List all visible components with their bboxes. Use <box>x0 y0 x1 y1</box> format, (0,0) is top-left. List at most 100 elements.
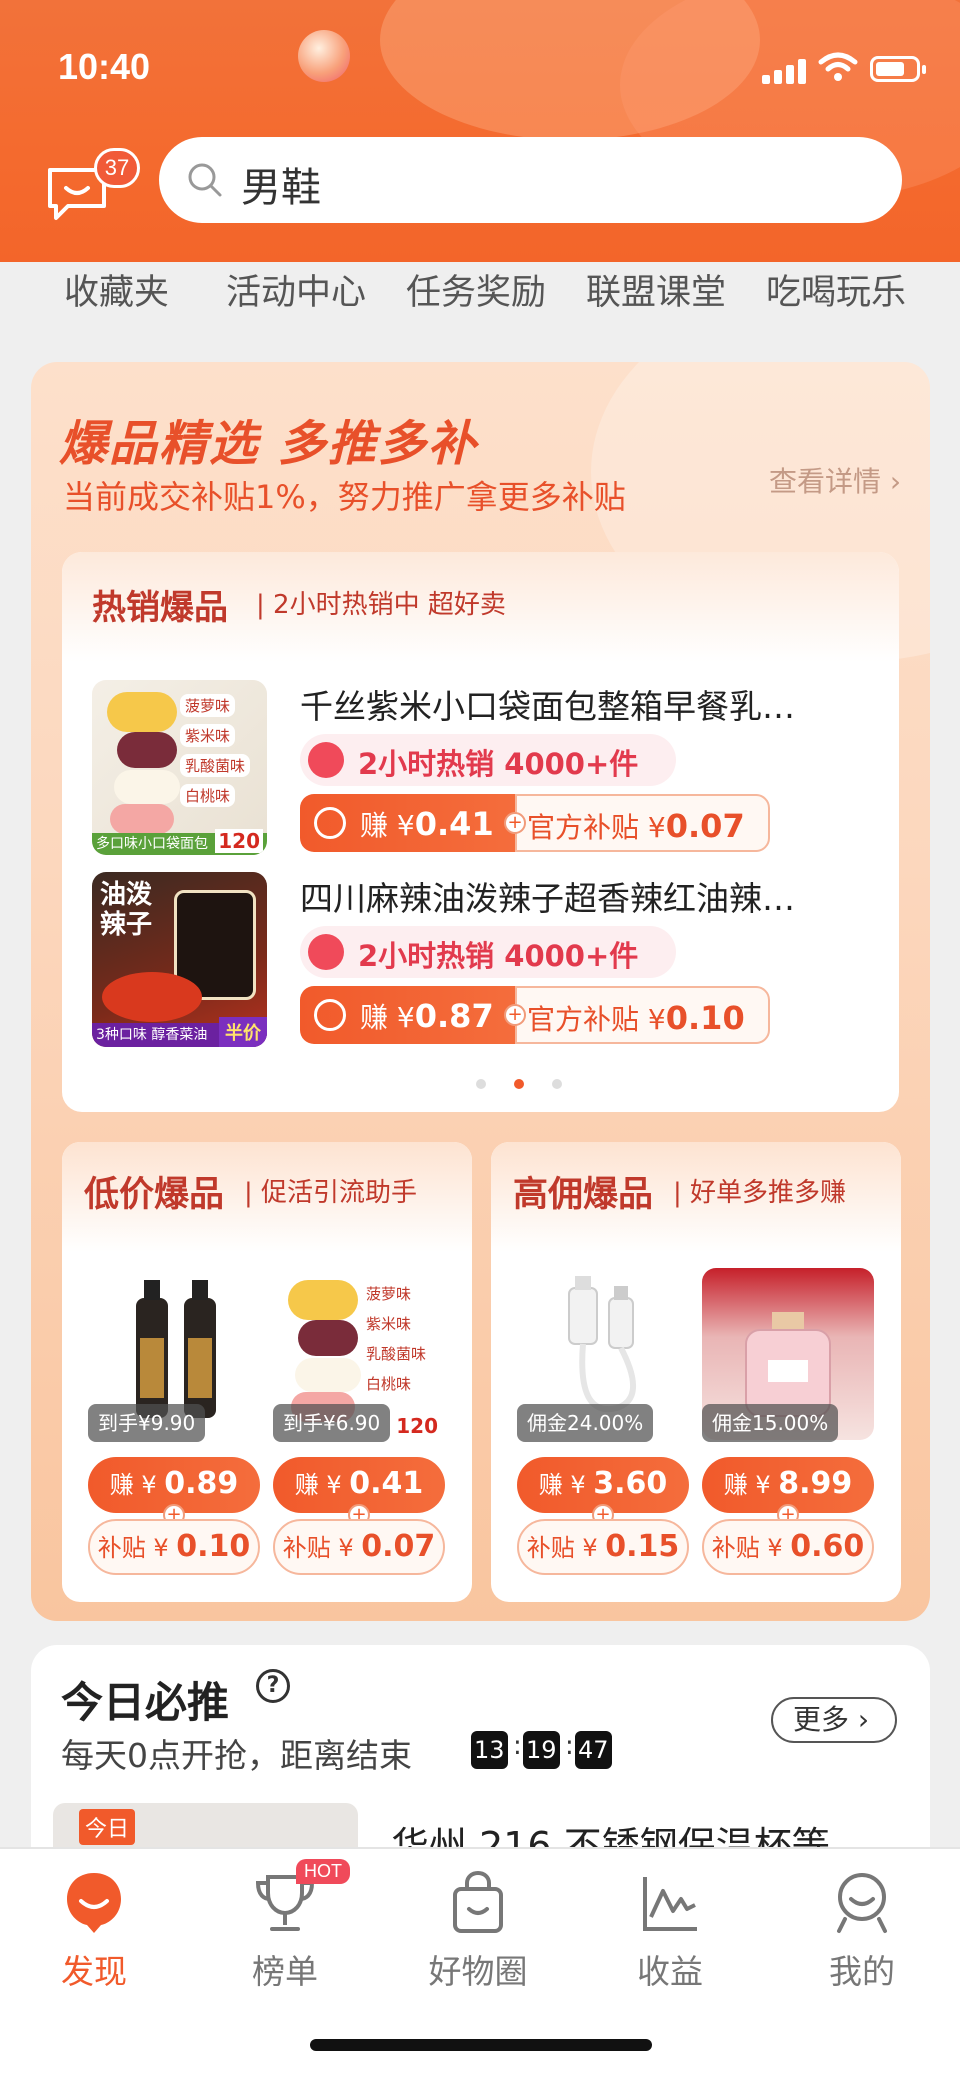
earn-value: 0.89 <box>164 1466 239 1501</box>
flavor-label: 紫米味 <box>361 1312 417 1335</box>
tab-activity-center[interactable]: 活动中心 <box>226 264 366 315</box>
hot-selling-title: 热销爆品 <box>92 588 228 628</box>
nav-profile[interactable]: 我的 <box>797 1869 927 1993</box>
today-title: 今日必推 <box>61 1678 230 1727</box>
product-title[interactable]: 四川麻辣油泼辣子超香辣红油辣… <box>300 872 870 920</box>
hot-sales-pill: 2小时热销 4000+件 <box>300 734 676 786</box>
subsidy-value: 0.15 <box>605 1529 680 1564</box>
bread-pineapple <box>288 1280 358 1320</box>
high-commission-subtitle: | 好单多推多赚 <box>673 1178 847 1208</box>
tab-food-fun[interactable]: 吃喝玩乐 <box>766 264 906 315</box>
carousel-dot[interactable] <box>552 1079 562 1089</box>
tab-favorites[interactable]: 收藏夹 <box>64 264 169 315</box>
subsidy-label: 补贴 <box>282 1534 331 1562</box>
more-button[interactable]: 更多 › <box>771 1697 897 1743</box>
header-orb <box>298 30 350 82</box>
hot-selling-subtitle: | 2小时热销中 超好卖 <box>256 590 506 620</box>
nav-label: 好物圈 <box>428 1952 528 1991</box>
promo-title: 爆品精选 多推多补 <box>59 416 478 472</box>
countdown-seconds: 47 <box>575 1731 612 1769</box>
promo-subtitle: 当前成交补贴1%，努力推广拿更多补贴 <box>63 478 626 516</box>
carousel-dot-active[interactable] <box>514 1079 524 1089</box>
subsidy-button: 补贴 ¥ 0.15 <box>517 1519 689 1575</box>
hot-sales-text: 2小时热销 4000+件 <box>358 747 639 781</box>
earn-label: 赚 <box>723 1471 748 1499</box>
image-headline: 油泼辣子 <box>100 880 153 940</box>
image-half-price: 半价 <box>219 1017 267 1047</box>
plus-icon: + <box>504 1004 526 1026</box>
earn-value: 8.99 <box>778 1466 853 1501</box>
hot-selling-subtitle-text: 2小时热销中 超好卖 <box>273 590 506 620</box>
promo-card: 爆品精选 多推多补 当前成交补贴1%，努力推广拿更多补贴 查看详情 › 热销爆品… <box>31 362 930 1621</box>
today-tag: 今日 <box>79 1809 136 1845</box>
currency-symbol: ¥ <box>647 1003 666 1036</box>
product-image[interactable]: 菠萝味 紫米味 乳酸菌味 白桃味 多口味小口袋面包 120 <box>92 680 267 855</box>
nav-label: 发现 <box>61 1952 127 1991</box>
carousel-dot[interactable] <box>476 1079 486 1089</box>
nav-discover[interactable]: 发现 <box>29 1869 159 1993</box>
earn-label: 赚 <box>538 1471 563 1499</box>
search-input[interactable]: 男鞋 <box>159 137 902 223</box>
promo-detail-label: 查看详情 <box>769 465 882 498</box>
more-label: 更多 <box>793 1703 850 1736</box>
profile-icon <box>837 1873 887 1933</box>
bread-pineapple <box>107 692 177 732</box>
tab-league-class[interactable]: 联盟课堂 <box>586 264 726 315</box>
product-title[interactable]: 千丝紫米小口袋面包整箱早餐乳… <box>300 680 870 728</box>
low-price-card: 低价爆品 | 促活引流助手 到手¥9.90 赚 ¥ 0.89 + 补贴 ¥ 0.… <box>62 1142 472 1602</box>
commission-tag: 佣金15.00% <box>702 1404 839 1442</box>
earn-value: 0.41 <box>414 805 494 843</box>
nav-earnings[interactable]: 收益 <box>605 1869 735 1993</box>
subsidy-button: 补贴 ¥ 0.07 <box>273 1519 445 1575</box>
currency-symbol: ¥ <box>570 1471 586 1499</box>
subsidy-button: 补贴 ¥ 0.10 <box>88 1519 260 1575</box>
hot-badge: HOT <box>296 1859 350 1884</box>
nav-label: 收益 <box>637 1952 703 1991</box>
bread-peach <box>110 804 174 834</box>
search-icon <box>188 163 222 197</box>
countdown-colon: : <box>565 1731 574 1761</box>
currency-symbol: ¥ <box>647 811 666 844</box>
help-icon[interactable]: ? <box>256 1669 290 1703</box>
subsidy-label: 官方补贴 <box>527 1003 640 1036</box>
message-badge: 37 <box>94 148 140 188</box>
product-image[interactable]: 油泼辣子 3种口味 醇香菜油 半价 <box>92 872 267 1047</box>
subsidy-value: 0.07 <box>361 1529 436 1564</box>
plus-icon: + <box>504 812 526 834</box>
tab-task-rewards[interactable]: 任务奖励 <box>406 264 546 315</box>
carousel-dots <box>462 1074 576 1093</box>
flavor-label: 菠萝味 <box>361 1282 417 1305</box>
flavor-label: 紫米味 <box>180 724 236 747</box>
flavor-label: 乳酸菌味 <box>180 754 251 777</box>
hot-sales-pill: 2小时热销 4000+件 <box>300 926 676 978</box>
discover-icon <box>67 1873 121 1933</box>
flavor-label: 白桃味 <box>180 784 236 807</box>
refresh-icon <box>314 999 346 1031</box>
subsidy-button: 补贴 ¥ 0.60 <box>702 1519 874 1575</box>
currency-symbol: ¥ <box>396 1001 415 1034</box>
earn-button[interactable]: 赚 ¥0.87 <box>300 986 515 1044</box>
currency-symbol: ¥ <box>582 1534 598 1562</box>
subsidy-label: 官方补贴 <box>527 811 640 844</box>
subsidy-value: 0.60 <box>790 1529 865 1564</box>
low-price-subtitle-text: 促活引流助手 <box>261 1178 418 1208</box>
price-tag: 到手¥6.90 <box>273 1404 391 1442</box>
earn-button[interactable]: 赚 ¥0.41 <box>300 794 515 852</box>
nav-label: 榜单 <box>252 1952 318 1991</box>
bread-purple-rice <box>298 1320 358 1356</box>
flavor-label: 乳酸菌味 <box>361 1342 432 1365</box>
currency-symbol: ¥ <box>396 809 415 842</box>
currency-symbol: ¥ <box>755 1471 771 1499</box>
nav-goods-circle[interactable]: 好物圈 <box>413 1869 543 1993</box>
countdown-hours: 13 <box>471 1731 508 1769</box>
price-tag: 到手¥9.90 <box>88 1404 206 1442</box>
today-subtitle: 每天0点开抢，距离结束 <box>61 1736 412 1775</box>
bread-purple-rice <box>117 732 177 768</box>
flavor-label: 白桃味 <box>361 1372 417 1395</box>
nav-ranking[interactable]: 榜单 <box>220 1869 350 1993</box>
bread-lactic <box>295 1358 361 1392</box>
home-indicator[interactable] <box>310 2039 652 2051</box>
promo-detail-link[interactable]: 查看详情 › <box>769 460 901 500</box>
hot-sales-text: 2小时热销 4000+件 <box>358 939 639 973</box>
subsidy-box: 官方补贴 ¥0.10 <box>515 986 770 1044</box>
